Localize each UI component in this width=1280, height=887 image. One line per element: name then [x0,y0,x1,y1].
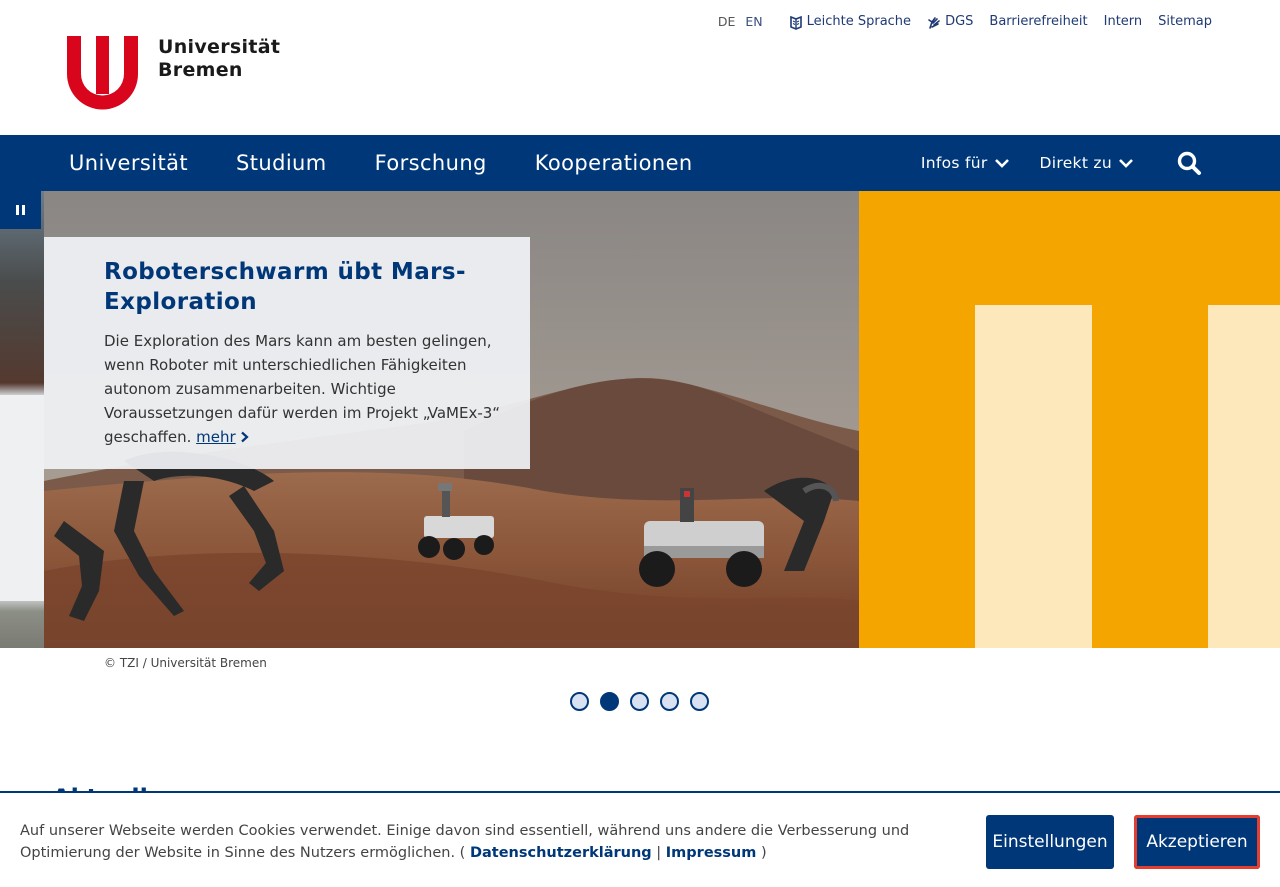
close-paren: ) [760,845,767,861]
university-logo-mark [67,36,138,110]
cookie-text: Auf unserer Webseite werden Cookies verw… [20,820,920,864]
link-dgs[interactable]: DGS [927,14,973,29]
slide-body-text: Die Exploration des Mars kann am besten … [104,332,501,446]
direkt-zu-dropdown[interactable]: Direkt zu [1040,154,1134,172]
meta-navigation: DE EN Leichte Sprache DGS Barrierefreihe… [718,14,1212,30]
pause-button[interactable] [0,191,41,229]
link-sitemap[interactable]: Sitemap [1158,14,1212,29]
slider-dot-3[interactable] [630,692,649,711]
link-separator: | [656,845,662,861]
chevron-right-icon [241,431,250,443]
link-dgs-label: DGS [945,14,974,29]
more-link[interactable]: mehr [196,428,236,446]
more-link-label: mehr [196,428,236,446]
cookie-accept-button[interactable]: Akzeptieren [1134,815,1260,869]
book-icon [789,15,803,30]
university-logo[interactable]: Universität Bremen [65,36,280,110]
pause-icon [16,205,19,215]
nav-item-forschung[interactable]: Forschung [375,151,487,175]
nav-item-universitaet[interactable]: Universität [69,151,188,175]
infos-fuer-label: Infos für [920,154,988,172]
language-de[interactable]: DE [718,14,736,29]
sign-language-icon [927,15,941,29]
slide-title[interactable]: Roboterschwarm übt Mars-Exploration [104,257,508,317]
slide-teaser: Roboterschwarm übt Mars-Exploration Die … [44,237,530,469]
privacy-link[interactable]: Datenschutzerklärung [470,845,652,861]
slider-dot-1[interactable] [570,692,589,711]
nav-item-studium[interactable]: Studium [236,151,327,175]
chevron-down-icon [1119,159,1133,168]
cookie-banner: Auf unserer Webseite werden Cookies verw… [0,791,1280,887]
direkt-zu-label: Direkt zu [1039,154,1112,172]
link-barrierefreiheit[interactable]: Barrierefreiheit [989,14,1087,29]
university-logo-text: Universität Bremen [158,36,280,82]
search-icon[interactable] [1176,150,1202,176]
image-credit: © TZI / Universität Bremen [104,656,267,670]
slider-dot-2[interactable] [600,692,619,711]
language-en[interactable]: EN [745,14,762,29]
slider-dot-4[interactable] [660,692,679,711]
logo-line-2: Bremen [158,59,243,81]
hero-slider: Roboterschwarm übt Mars-Exploration Die … [0,191,1280,648]
cookie-message: Auf unserer Webseite werden Cookies verw… [20,823,910,861]
slider-pagination [570,692,709,711]
link-leichte-sprache[interactable]: Leichte Sprache [789,14,912,30]
link-leichte-sprache-label: Leichte Sprache [806,14,912,29]
slider-dot-5[interactable] [690,692,709,711]
logo-line-1: Universität [158,36,281,58]
infos-fuer-dropdown[interactable]: Infos für [921,154,1010,172]
slide-body: Die Exploration des Mars kann am besten … [104,329,508,449]
previous-slide-preview [0,191,44,648]
link-intern[interactable]: Intern [1104,14,1143,29]
main-navigation: Universität Studium Forschung Kooperatio… [0,135,1280,191]
nav-item-kooperationen[interactable]: Kooperationen [535,151,693,175]
chevron-down-icon [994,159,1009,168]
next-slide-preview [859,191,1280,648]
cookie-settings-button[interactable]: Einstellungen [986,815,1114,869]
imprint-link[interactable]: Impressum [666,845,757,861]
